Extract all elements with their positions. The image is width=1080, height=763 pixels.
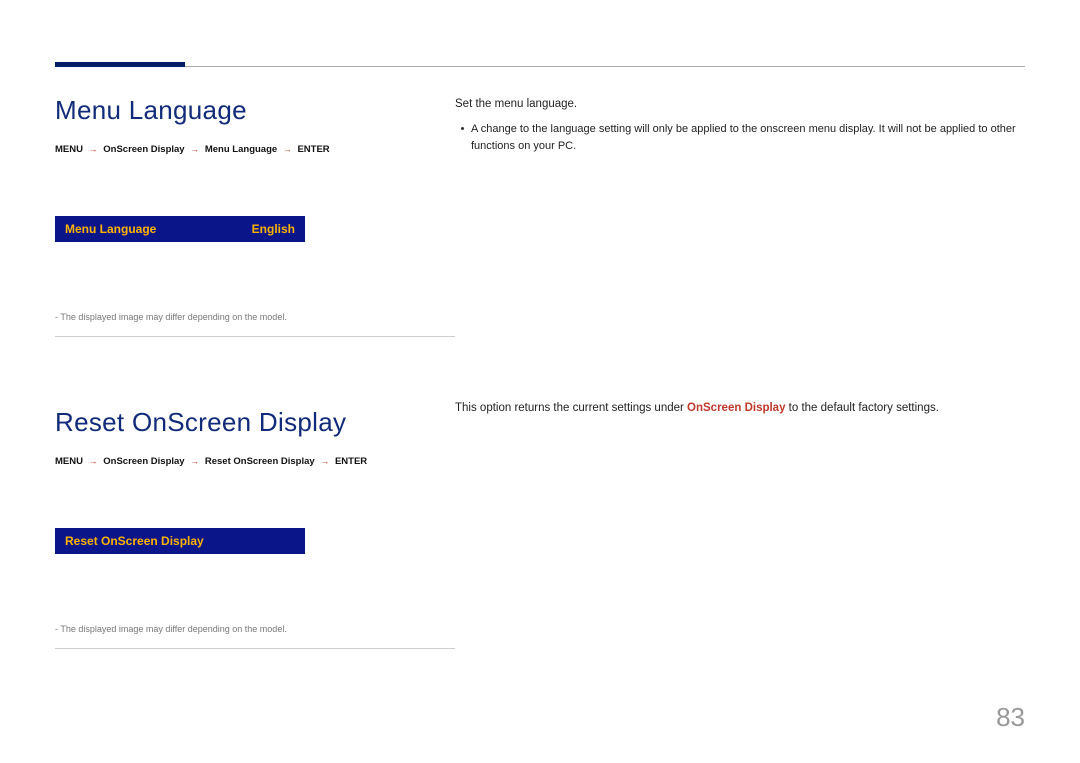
section-title: Menu Language (55, 95, 455, 126)
breadcrumb: MENU → OnScreen Display → Menu Language … (55, 144, 455, 155)
chevron-icon: → (317, 456, 332, 466)
bc-part: OnScreen Display (103, 144, 184, 155)
footnote: The displayed image may differ depending… (55, 312, 455, 322)
chevron-icon: → (187, 456, 202, 466)
osd-menu-label: Menu Language (65, 222, 156, 236)
manual-page: Menu Language MENU → OnScreen Display → … (0, 0, 1080, 763)
chevron-icon: → (86, 456, 101, 466)
left-column: Menu Language MENU → OnScreen Display → … (55, 95, 455, 713)
header-rule-thick (55, 62, 185, 67)
inline-keyword: OnScreen Display (687, 402, 785, 414)
osd-menu-row-reset: Reset OnScreen Display (55, 528, 305, 554)
bullet-note: A change to the language setting will on… (455, 121, 1025, 154)
footnote: The displayed image may differ depending… (55, 624, 455, 634)
text-fragment: This option returns the current settings… (455, 402, 687, 414)
chevron-icon: → (187, 144, 202, 154)
breadcrumb: MENU → OnScreen Display → Reset OnScreen… (55, 456, 455, 467)
bc-part: OnScreen Display (103, 456, 184, 467)
chevron-icon: → (86, 144, 101, 154)
chevron-icon: → (280, 144, 295, 154)
bc-part: MENU (55, 456, 83, 467)
bc-part: Reset OnScreen Display (205, 456, 315, 467)
right-body-reset: This option returns the current settings… (455, 399, 1025, 417)
section-reset-osd: Reset OnScreen Display MENU → OnScreen D… (55, 407, 455, 649)
section-title: Reset OnScreen Display (55, 407, 455, 438)
content-columns: Menu Language MENU → OnScreen Display → … (55, 95, 1025, 713)
bc-part: MENU (55, 144, 83, 155)
header-rule-thin (55, 66, 1025, 67)
bc-part: ENTER (297, 144, 329, 155)
osd-menu-value: English (252, 222, 295, 236)
bc-part: ENTER (335, 456, 367, 467)
section-menu-language: Menu Language MENU → OnScreen Display → … (55, 95, 455, 337)
section-divider (55, 648, 455, 649)
right-intro: Set the menu language. (455, 95, 1025, 113)
osd-menu-row-language: Menu Language English (55, 216, 305, 242)
section-divider (55, 336, 455, 337)
bc-part: Menu Language (205, 144, 277, 155)
text-fragment: to the default factory settings. (785, 402, 938, 414)
right-column: Set the menu language. A change to the l… (455, 95, 1025, 713)
osd-menu-label: Reset OnScreen Display (65, 534, 204, 548)
header-rule (55, 62, 1025, 70)
page-number: 83 (996, 702, 1025, 733)
